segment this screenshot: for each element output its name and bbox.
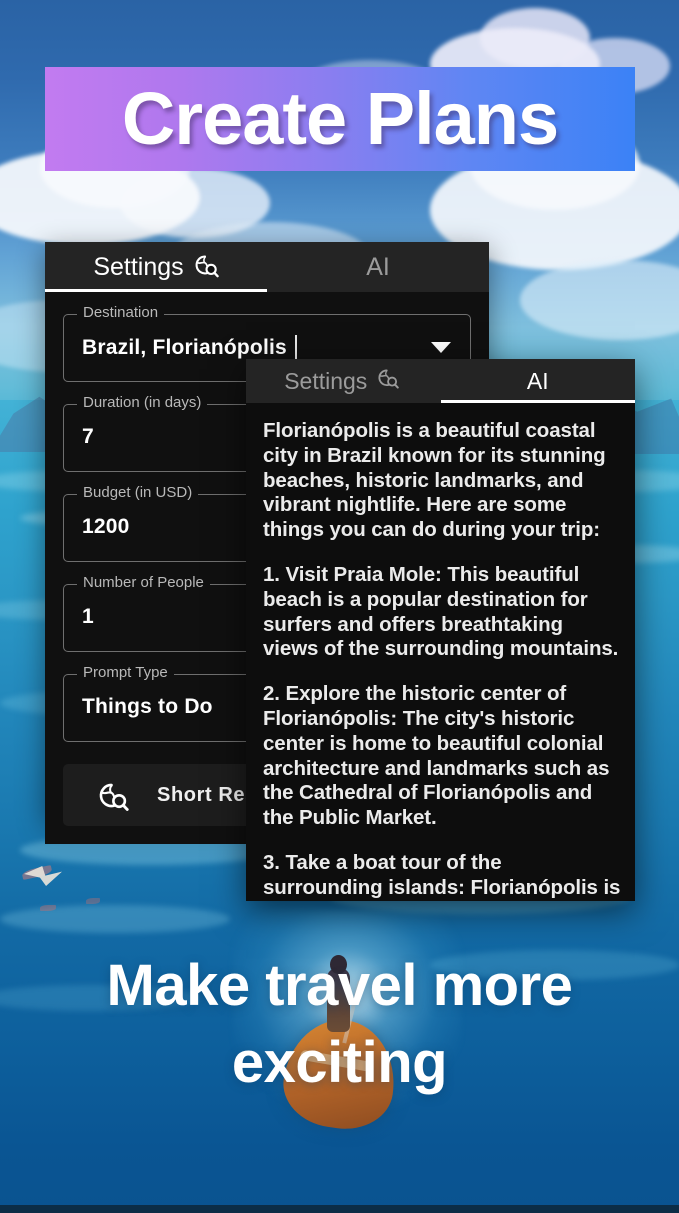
surfer-figure (327, 968, 350, 1032)
destination-text: Brazil, Florianópolis (82, 336, 287, 359)
chevron-down-icon[interactable] (431, 342, 451, 353)
text-caret (294, 335, 297, 359)
tab-settings-label: Settings (93, 252, 184, 281)
field-destination-label: Destination (77, 305, 165, 320)
globe-search-icon (195, 255, 219, 279)
field-budget-value: 1200 (82, 515, 130, 538)
ai-paragraph: 3. Take a boat tour of the surrounding i… (263, 850, 621, 901)
fish-shape (86, 898, 100, 904)
ai-response-text[interactable]: Florianópolis is a beautiful coastal cit… (246, 403, 635, 901)
ai-paragraph: Florianópolis is a beautiful coastal cit… (263, 419, 606, 542)
surfer-head (330, 955, 347, 974)
globe-search-icon (378, 369, 402, 393)
water-streak (0, 905, 230, 933)
globe-search-icon (99, 783, 129, 811)
headline-text: Create Plans (121, 77, 559, 160)
ai-tabbar: Settings AI (246, 359, 635, 403)
ai-paragraph: 2. Explore the historic center of Floria… (263, 682, 610, 830)
ai-paragraph: 1. Visit Praia Mole: This beautiful beac… (263, 562, 619, 661)
field-prompt-type-value: Things to Do (82, 695, 213, 718)
tab-settings-label: Settings (284, 367, 368, 394)
field-number-of-people-value: 1 (82, 605, 94, 628)
fish-shape (40, 905, 56, 911)
tab-settings[interactable]: Settings (45, 242, 267, 292)
tab-ai[interactable]: AI (267, 242, 489, 292)
tab-settings[interactable]: Settings (246, 359, 441, 403)
tab-ai-label: AI (526, 367, 549, 394)
field-number-of-people-label: Number of People (77, 575, 210, 590)
app-screenshot: Create Plans Settings AI Destination Bra… (0, 0, 679, 1213)
field-duration-label: Duration (in days) (77, 395, 208, 410)
tab-ai[interactable]: AI (440, 359, 636, 403)
headline-banner: Create Plans (45, 67, 635, 171)
field-destination-value: Brazil, Florianópolis (82, 335, 297, 360)
field-duration-value: 7 (82, 425, 94, 448)
bottom-band (0, 1205, 679, 1213)
water-streak (430, 950, 679, 980)
field-prompt-type-label: Prompt Type (77, 665, 174, 680)
ai-panel: Settings AI Florianópolis is a beautiful… (246, 359, 635, 901)
settings-tabbar: Settings AI (45, 242, 489, 292)
field-budget-label: Budget (in USD) (77, 485, 199, 500)
tab-ai-label: AI (366, 252, 390, 281)
